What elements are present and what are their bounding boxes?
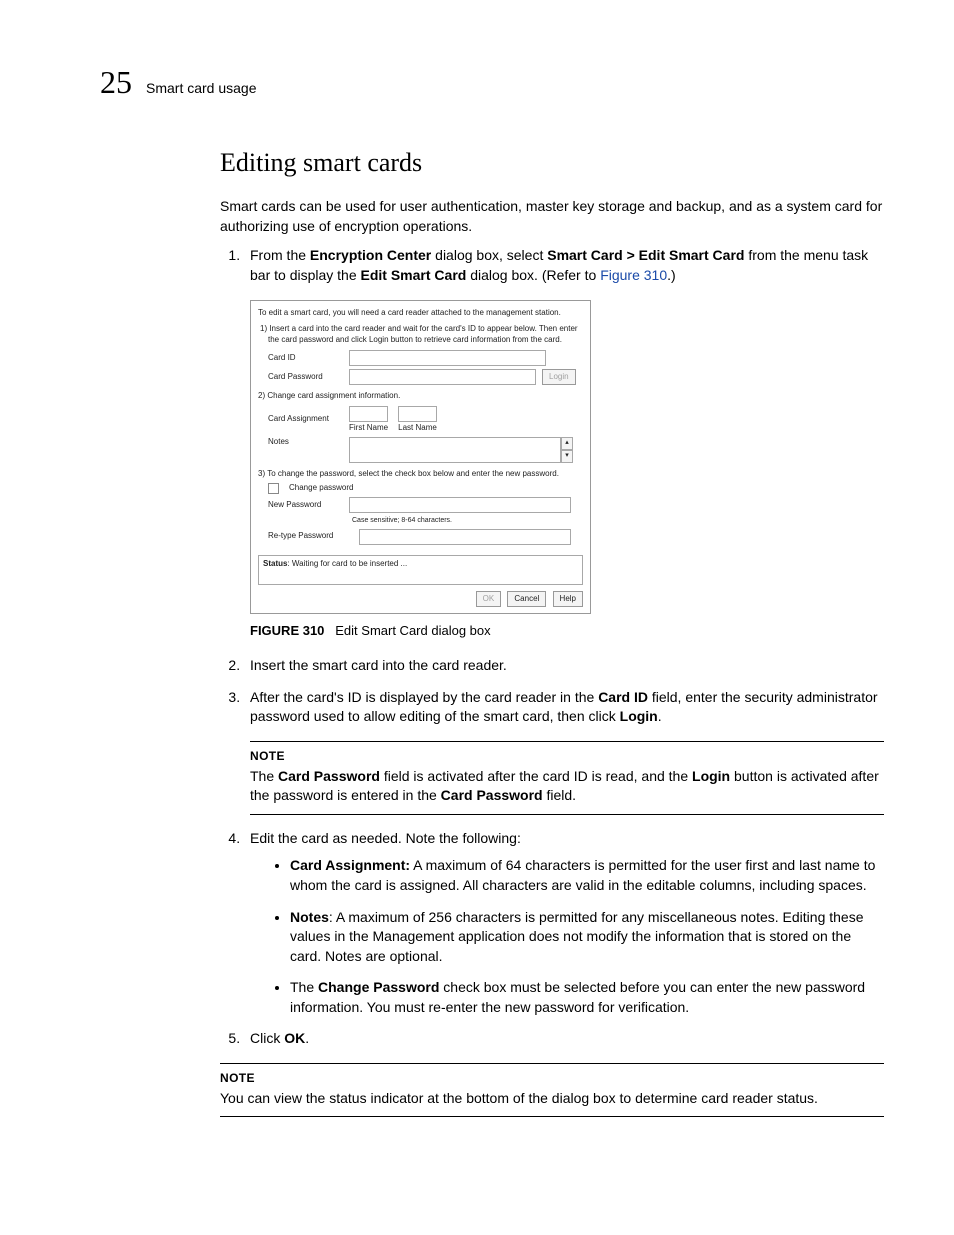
new-password-label: New Password: [268, 500, 343, 511]
first-name-sublabel: First Name: [349, 423, 388, 434]
edit-smart-card-dialog: To edit a smart card, you will need a ca…: [250, 300, 591, 614]
card-id-field[interactable]: [349, 350, 546, 366]
step-3: After the card's ID is displayed by the …: [244, 688, 884, 815]
new-password-field[interactable]: [349, 497, 571, 513]
scroll-down-icon[interactable]: ▾: [561, 450, 573, 463]
notes-field[interactable]: ▴ ▾: [349, 437, 561, 463]
figure-caption: FIGURE 310 Edit Smart Card dialog box: [250, 622, 884, 640]
note-text: You can view the status indicator at the…: [220, 1089, 884, 1109]
step-5: Click OK.: [244, 1029, 884, 1049]
card-id-label: Card ID: [268, 353, 343, 364]
dialog-hint: To edit a smart card, you will need a ca…: [258, 308, 583, 319]
notes-label: Notes: [268, 437, 343, 448]
change-password-checkbox[interactable]: [268, 483, 279, 494]
bullet-notes: Notes: A maximum of 256 characters is pe…: [290, 908, 884, 967]
note-block-1: NOTE The Card Password field is activate…: [250, 741, 884, 815]
dialog-step3: 3) To change the password, select the ch…: [258, 469, 583, 480]
notes-scrollbar[interactable]: ▴ ▾: [561, 437, 573, 463]
help-button[interactable]: Help: [553, 591, 583, 607]
dialog-step2: 2) Change card assignment information.: [258, 391, 583, 402]
bullet-card-assignment: Card Assignment: A maximum of 64 charact…: [290, 856, 884, 895]
scroll-up-icon[interactable]: ▴: [561, 437, 573, 450]
intro-paragraph: Smart cards can be used for user authent…: [220, 197, 884, 236]
section-heading: Editing smart cards: [220, 145, 884, 181]
retype-password-field[interactable]: [359, 529, 571, 545]
step-4-bullets: Card Assignment: A maximum of 64 charact…: [250, 856, 884, 1017]
step-1: From the Encryption Center dialog box, s…: [244, 246, 884, 640]
first-name-field[interactable]: [349, 406, 388, 422]
note-label: NOTE: [220, 1070, 884, 1087]
login-button[interactable]: Login: [542, 369, 576, 385]
last-name-sublabel: Last Name: [398, 423, 437, 434]
steps-list: From the Encryption Center dialog box, s…: [220, 246, 884, 1049]
figure-310: To edit a smart card, you will need a ca…: [250, 300, 884, 614]
card-assignment-label: Card Assignment: [268, 414, 343, 425]
dialog-step1: 1) Insert a card into the card reader an…: [260, 324, 583, 346]
page-number: 25: [100, 60, 132, 105]
card-password-label: Card Password: [268, 372, 343, 383]
dialog-buttons: OK Cancel Help: [258, 591, 583, 607]
figure-ref-link[interactable]: Figure 310: [600, 267, 667, 283]
note-label: NOTE: [250, 748, 884, 765]
cancel-button[interactable]: Cancel: [507, 591, 546, 607]
last-name-field[interactable]: [398, 406, 437, 422]
page-header: 25 Smart card usage: [100, 60, 884, 105]
bullet-change-password: The Change Password check box must be se…: [290, 978, 884, 1017]
content-column: Editing smart cards Smart cards can be u…: [220, 145, 884, 1118]
step-2: Insert the smart card into the card read…: [244, 656, 884, 676]
note-block-2: NOTE You can view the status indicator a…: [220, 1063, 884, 1117]
status-box: Status: Waiting for card to be inserted …: [258, 555, 583, 585]
ok-button[interactable]: OK: [476, 591, 502, 607]
password-hint: Case sensitive; 8-64 characters.: [352, 516, 583, 525]
step-4: Edit the card as needed. Note the follow…: [244, 829, 884, 1018]
retype-password-label: Re-type Password: [268, 531, 353, 542]
card-password-field[interactable]: [349, 369, 536, 385]
running-title: Smart card usage: [146, 79, 257, 99]
change-password-label: Change password: [289, 483, 353, 494]
note-text: The Card Password field is activated aft…: [250, 767, 884, 806]
